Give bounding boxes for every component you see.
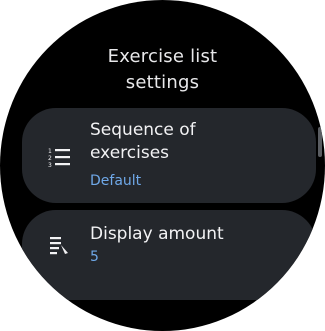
svg-text:1: 1 <box>48 148 52 155</box>
numbered-list-icon: 1 2 3 <box>48 146 70 169</box>
list-amount-icon <box>48 234 70 256</box>
setting-display-amount[interactable]: Display amount 5 <box>22 210 316 300</box>
svg-text:2: 2 <box>48 155 52 162</box>
setting-value: Default <box>90 173 142 189</box>
watch-screen: Exercise list settings 1 2 3 Sequence of… <box>0 0 325 331</box>
setting-sequence-of-exercises[interactable]: 1 2 3 Sequence of exercises Default <box>22 108 316 203</box>
setting-value: 5 <box>90 249 99 265</box>
page-title: Exercise list settings <box>107 46 218 93</box>
scroll-indicator[interactable] <box>318 127 322 157</box>
svg-text:3: 3 <box>48 162 52 168</box>
setting-label: Sequence of exercises <box>90 120 196 163</box>
setting-label: Display amount <box>90 224 224 244</box>
